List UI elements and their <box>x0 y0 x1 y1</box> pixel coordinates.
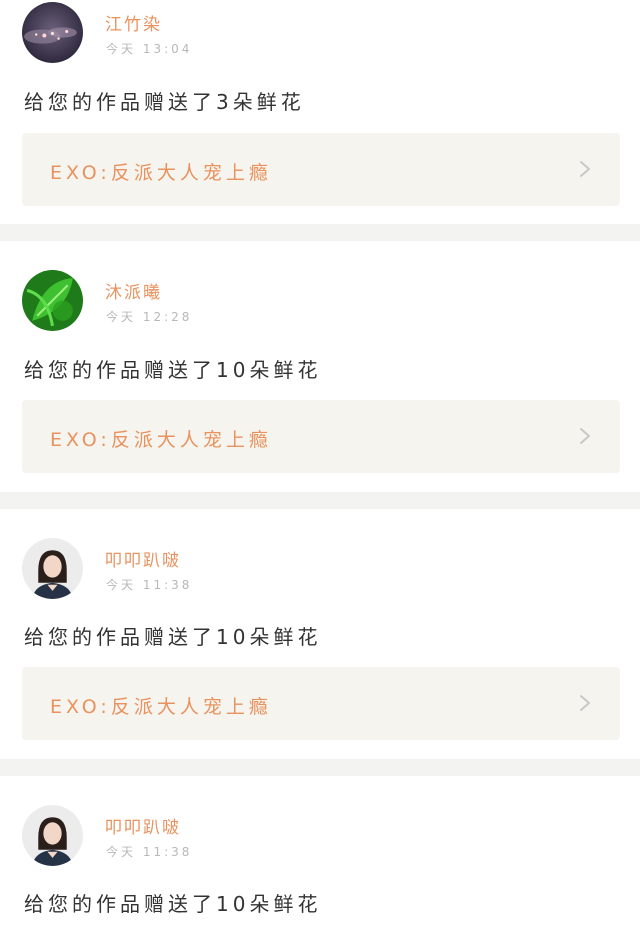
avatar[interactable] <box>22 538 83 599</box>
work-title: EXO:反派大人宠上瘾 <box>50 696 272 718</box>
notification-item: 叩叩趴啵 今天 11:38 给您的作品赠送了10朵鲜花 EXO:反派大人宠上瘾 <box>0 509 640 759</box>
timestamp: 今天 13:04 <box>106 42 193 56</box>
gift-notification-feed: 江竹染 今天 13:04 给您的作品赠送了3朵鲜花 EXO:反派大人宠上瘾 沐派… <box>0 0 640 926</box>
chevron-right-icon <box>580 428 590 444</box>
work-link-card[interactable]: EXO:反派大人宠上瘾 <box>22 667 620 740</box>
green-leaf-avatar-icon <box>22 270 83 331</box>
chevron-right-icon <box>580 695 590 711</box>
chevron-right-icon <box>580 161 590 177</box>
work-title: EXO:反派大人宠上瘾 <box>50 162 272 184</box>
work-link-card[interactable]: EXO:反派大人宠上瘾 <box>22 400 620 473</box>
notification-header: 沐派曦 今天 12:28 <box>22 268 622 338</box>
notification-header: 江竹染 今天 13:04 <box>22 0 622 70</box>
work-link-card[interactable]: EXO:反派大人宠上瘾 <box>22 133 620 206</box>
divider <box>0 224 640 241</box>
notification-header: 叩叩趴啵 今天 11:38 <box>22 536 622 606</box>
username[interactable]: 叩叩趴啵 <box>105 546 181 571</box>
woman-portrait-avatar-icon <box>22 538 83 599</box>
avatar[interactable] <box>22 2 83 63</box>
divider <box>0 759 640 776</box>
gift-message: 给您的作品赠送了10朵鲜花 <box>24 892 322 916</box>
username[interactable]: 叩叩趴啵 <box>105 813 181 838</box>
divider <box>0 492 640 509</box>
username[interactable]: 沐派曦 <box>105 278 162 303</box>
gift-message: 给您的作品赠送了10朵鲜花 <box>24 358 322 382</box>
notification-item: 江竹染 今天 13:04 给您的作品赠送了3朵鲜花 EXO:反派大人宠上瘾 <box>0 0 640 224</box>
timestamp: 今天 11:38 <box>106 578 193 592</box>
notification-header: 叩叩趴啵 今天 11:38 <box>22 803 622 873</box>
notification-item: 沐派曦 今天 12:28 给您的作品赠送了10朵鲜花 EXO:反派大人宠上瘾 <box>0 241 640 492</box>
night-sky-avatar-icon <box>22 2 83 63</box>
work-title: EXO:反派大人宠上瘾 <box>50 429 272 451</box>
gift-message: 给您的作品赠送了3朵鲜花 <box>24 90 305 114</box>
gift-message: 给您的作品赠送了10朵鲜花 <box>24 625 322 649</box>
username[interactable]: 江竹染 <box>105 10 162 35</box>
notification-item: 叩叩趴啵 今天 11:38 给您的作品赠送了10朵鲜花 <box>0 776 640 926</box>
avatar[interactable] <box>22 805 83 866</box>
timestamp: 今天 12:28 <box>106 310 193 324</box>
avatar[interactable] <box>22 270 83 331</box>
woman-portrait-avatar-icon <box>22 805 83 866</box>
timestamp: 今天 11:38 <box>106 845 193 859</box>
